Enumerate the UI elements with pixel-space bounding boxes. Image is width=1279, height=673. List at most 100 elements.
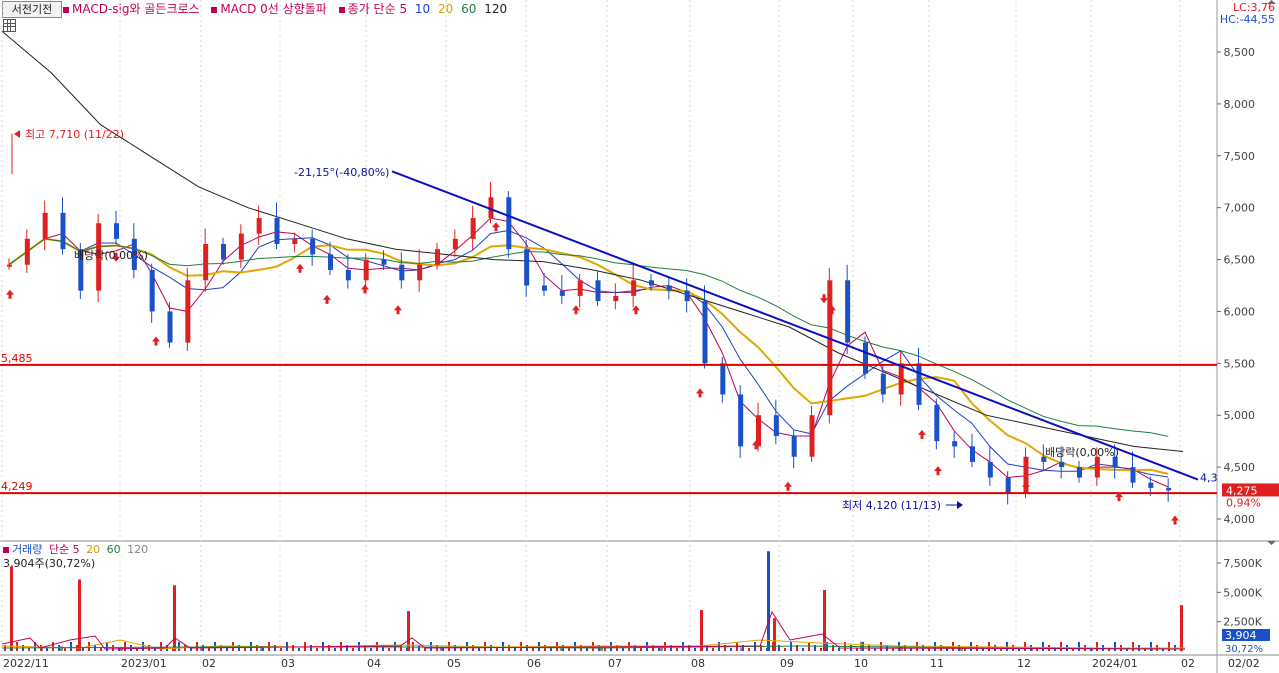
candle-body [399, 264, 405, 281]
x-axis-right-label: 02/02 [1228, 657, 1260, 670]
volume-bar-small [622, 648, 624, 651]
candle-body [898, 363, 904, 395]
volume-bar-small [748, 648, 750, 651]
axis-labels: 8,500 8,000 7,500 7,000 6,500 6,000 5,500 5,000… [3, 46, 1279, 670]
volume-bar-small [370, 648, 372, 651]
buy-signal-icon [152, 336, 160, 346]
price-tick-label: 6,500 [1224, 254, 1256, 267]
price-tick-label: 8,000 [1224, 98, 1256, 111]
volume-bar-small [550, 648, 552, 651]
volume-bar-small [1042, 642, 1044, 651]
month-label: 08 [691, 657, 705, 670]
volume-bar-small [1006, 642, 1008, 651]
price-tick-label: 4,000 [1224, 513, 1256, 526]
volume-bar-small [100, 648, 102, 651]
buy-signal-icon [1022, 481, 1030, 491]
candle-body [470, 218, 476, 239]
ma5-line [8, 217, 1169, 488]
candle-body [595, 280, 601, 302]
stock-chart[interactable]: 5,485 4,249 -21,15°(-40,80%) 4,3 8,500 8,00… [0, 0, 1279, 673]
horizontal-lines[interactable]: 5,485 4,249 [0, 352, 1217, 495]
trendline-label: -21,15°(-40,80%) [294, 166, 389, 179]
signal-markers [6, 222, 1179, 525]
candle-body [773, 415, 779, 436]
candle-body [167, 311, 173, 343]
month-label: 02 [202, 657, 216, 670]
candle-body [863, 342, 868, 374]
volume-bar-small [460, 648, 462, 651]
candle-body [577, 280, 583, 296]
ma10-line [8, 229, 1169, 478]
candle-body [417, 264, 423, 281]
volume-bar-small [1132, 642, 1134, 651]
price-tick-label: 6,000 [1224, 305, 1256, 318]
candle-body [274, 218, 280, 244]
dividend-label-2: 배당락(0,00%) [1045, 446, 1119, 459]
price-tick-label: 5,000 [1224, 409, 1256, 422]
candle-body [738, 394, 744, 447]
volume-bar-small [388, 648, 390, 651]
volume-current-pct: 30,72% [1225, 644, 1263, 655]
volume-bar [660, 647, 663, 651]
month-label: 2023/01 [121, 657, 167, 670]
volume-bar-small [1114, 642, 1116, 651]
buy-signal-icon [934, 466, 942, 476]
volume-bar-small [676, 648, 678, 651]
volume-bar-small [442, 648, 444, 651]
candle-body [149, 269, 155, 312]
month-label: 09 [780, 657, 794, 670]
volume-tick-label: 2,500K [1223, 616, 1262, 629]
moving-average-lines [1, 30, 1184, 488]
candle-body [363, 259, 369, 281]
candle-body [970, 446, 975, 462]
volume-bar-small [328, 645, 330, 651]
candle-body [506, 197, 512, 250]
volume-bar-small [334, 648, 336, 651]
candle-body [292, 238, 298, 244]
volume-bar-small [298, 648, 300, 651]
candle-body [1130, 467, 1136, 483]
scroll-up-icon[interactable] [1267, 0, 1276, 4]
candle-body [328, 254, 333, 270]
buy-signal-icon [1171, 515, 1179, 525]
scroll-arrows[interactable] [1267, 0, 1276, 545]
low-arrow-icon [957, 501, 963, 509]
volume-bar-small [514, 648, 516, 651]
candle-body [720, 363, 726, 395]
candle-body [934, 404, 940, 442]
volume-bar-small [310, 645, 312, 651]
hline-label-2: 4,249 [1, 480, 33, 493]
candle-body [60, 212, 66, 250]
volume-bar-small [496, 648, 498, 651]
volume-bar-small [1168, 642, 1170, 651]
volume-bar-small [52, 642, 54, 651]
ma120-line [1, 30, 1184, 452]
volume-bar-small [352, 648, 354, 651]
volume-bar-small [568, 648, 570, 651]
scroll-down-icon[interactable] [1267, 541, 1276, 545]
volume-bars [1, 551, 1186, 651]
high-label: 최고 7,710 (11/22) [25, 128, 124, 141]
candle-body [791, 435, 797, 457]
month-label: 2024/01 [1092, 657, 1138, 670]
candle-body [381, 259, 387, 265]
volume-bar-small [1078, 642, 1080, 651]
volume-bar [10, 566, 13, 651]
volume-bar-small [142, 642, 144, 651]
trendline-group[interactable]: -21,15°(-40,80%) 4,3 [294, 166, 1218, 485]
candle-body [1166, 487, 1172, 491]
volume-bar-small [478, 648, 480, 651]
candle-body [702, 301, 708, 364]
price-tick-label: 5,500 [1224, 357, 1256, 370]
volume-bar-small [70, 642, 72, 651]
volume-bar [823, 589, 826, 651]
buy-signal-icon [323, 294, 331, 304]
candle-body [1005, 477, 1011, 494]
month-label: 06 [527, 657, 541, 670]
high-arrow-icon [14, 129, 20, 138]
month-label: 11 [930, 657, 944, 670]
buy-signal-icon [696, 388, 704, 398]
month-label: 07 [608, 657, 622, 670]
candle-body [238, 233, 244, 260]
sell-signal-icon [820, 294, 828, 304]
